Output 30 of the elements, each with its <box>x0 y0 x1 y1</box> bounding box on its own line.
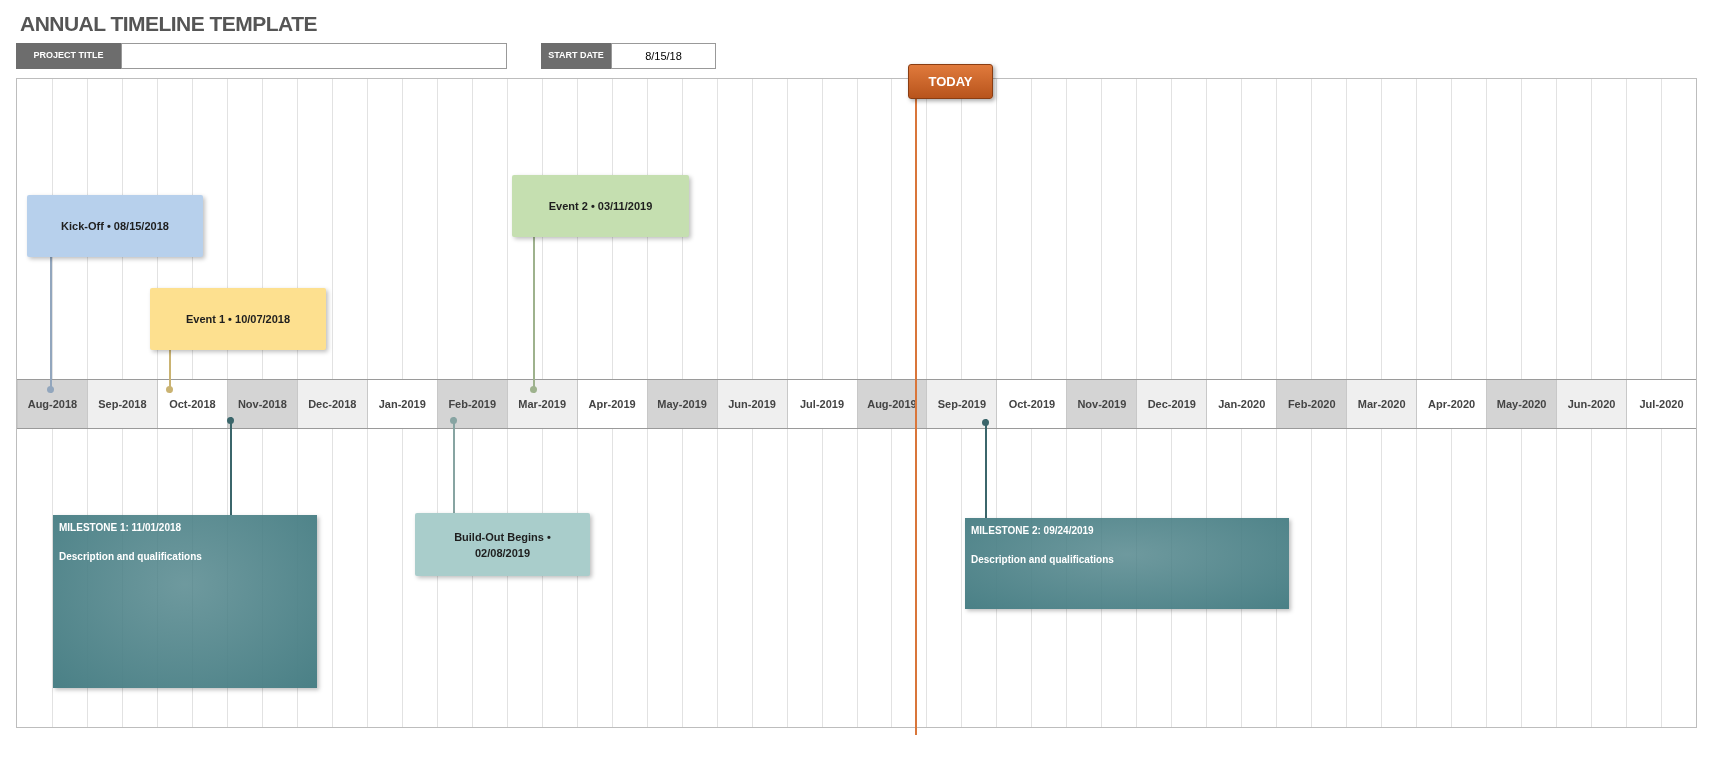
month-cell: Aug-2019 <box>856 380 927 428</box>
field-label: PROJECT TITLE <box>16 43 121 69</box>
milestone-description: Description and qualifications <box>971 553 1115 567</box>
event-title: Event 1 • 10/07/2018 <box>185 312 291 327</box>
event-title: Event 2 • 03/11/2019 <box>548 199 653 214</box>
event-title: Build-Out Begins • 02/08/2019 <box>453 529 552 561</box>
event-title: Kick-Off • 08/15/2018 <box>61 219 169 234</box>
month-cell: Sep-2018 <box>86 380 157 428</box>
field-label: START DATE <box>541 43 611 69</box>
month-cell: Dec-2018 <box>296 380 367 428</box>
month-cell: Mar-2020 <box>1346 380 1417 428</box>
page-title: ANNUAL TIMELINE TEMPLATE <box>20 11 317 37</box>
start-date-field[interactable]: 8/15/18 <box>611 43 716 69</box>
month-cell: Sep-2019 <box>926 380 997 428</box>
milestone-description: Description and qualifications <box>59 550 203 564</box>
month-cell: Jun-2019 <box>716 380 787 428</box>
milestone-title: MILESTONE 1: 11/01/2018 <box>59 521 183 535</box>
month-cell: Feb-2020 <box>1276 380 1347 428</box>
month-cell: Nov-2018 <box>226 380 297 428</box>
month-cell: Dec-2019 <box>1136 380 1207 428</box>
today-marker: TODAY <box>908 64 993 99</box>
month-cell: May-2020 <box>1486 380 1557 428</box>
month-cell: Mar-2019 <box>506 380 577 428</box>
month-cell: Aug-2018 <box>17 380 87 428</box>
month-cell: May-2019 <box>646 380 717 428</box>
project-title-field[interactable] <box>121 43 507 69</box>
milestone-title: MILESTONE 2: 09/24/2019 <box>971 524 1095 538</box>
month-cell: Nov-2019 <box>1066 380 1137 428</box>
month-cell: Feb-2019 <box>436 380 507 428</box>
month-cell: Jun-2020 <box>1556 380 1627 428</box>
